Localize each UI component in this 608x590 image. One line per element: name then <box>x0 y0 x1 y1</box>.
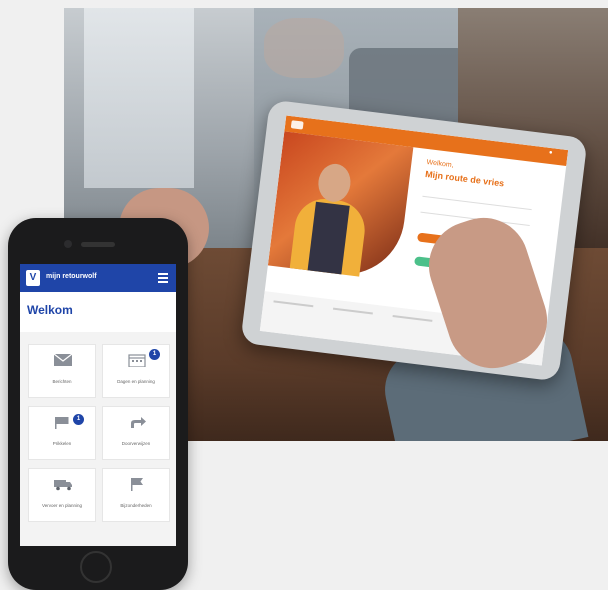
window <box>84 8 194 188</box>
footer-col <box>273 300 314 308</box>
flag-icon <box>55 417 69 429</box>
person-head <box>316 162 353 204</box>
user-icon[interactable]: ● <box>543 149 558 163</box>
truck-icon <box>54 480 72 491</box>
app-header: V mijn retourwolf <box>20 264 176 292</box>
tile-particulars[interactable]: Bijzonderheden <box>102 468 170 522</box>
forward-icon <box>131 417 146 428</box>
notification-badge: 1 <box>73 414 84 425</box>
smartphone-device: V mijn retourwolf Welkom Berichten 1 Dag… <box>8 218 188 590</box>
hamburger-menu-icon[interactable] <box>158 273 168 283</box>
home-button[interactable] <box>80 551 112 583</box>
phone-screen: V mijn retourwolf Welkom Berichten 1 Dag… <box>20 264 176 546</box>
app-brand: mijn retourwolf <box>46 273 97 280</box>
tile-messages[interactable]: Berichten <box>28 344 96 398</box>
tile-label: Bijzonderheden <box>120 503 152 508</box>
tablet-title: Mijn route de vries <box>424 168 505 189</box>
app-logo: V <box>26 270 40 286</box>
tablet-greeting: Welkom, <box>426 158 454 170</box>
tile-transport[interactable]: Vervoer en planning <box>28 468 96 522</box>
speaker <box>81 242 115 247</box>
driver-photo <box>267 131 414 282</box>
footer-col <box>392 314 433 322</box>
tile-planning[interactable]: 1 Dagen en planning <box>102 344 170 398</box>
tablet-logo <box>290 120 304 130</box>
tile-incidents[interactable]: 1 Prikkelen <box>28 406 96 460</box>
camera-icon <box>64 240 72 248</box>
lamp <box>264 18 344 78</box>
footer-col <box>332 307 373 315</box>
welcome-section: Welkom <box>20 292 176 332</box>
tile-label: Vervoer en planning <box>41 503 83 508</box>
mail-icon <box>53 353 73 366</box>
tile-forward[interactable]: Doorverwijzen <box>102 406 170 460</box>
welcome-heading: Welkom <box>27 303 73 317</box>
flag-icon <box>131 478 143 491</box>
tile-label: Dagen en planning <box>117 379 155 384</box>
tile-label: Berichten <box>52 379 72 384</box>
tile-label: Doorverwijzen <box>121 441 151 446</box>
notification-badge: 1 <box>149 349 160 360</box>
tile-label: Prikkelen <box>52 441 72 446</box>
calendar-icon <box>128 354 146 367</box>
